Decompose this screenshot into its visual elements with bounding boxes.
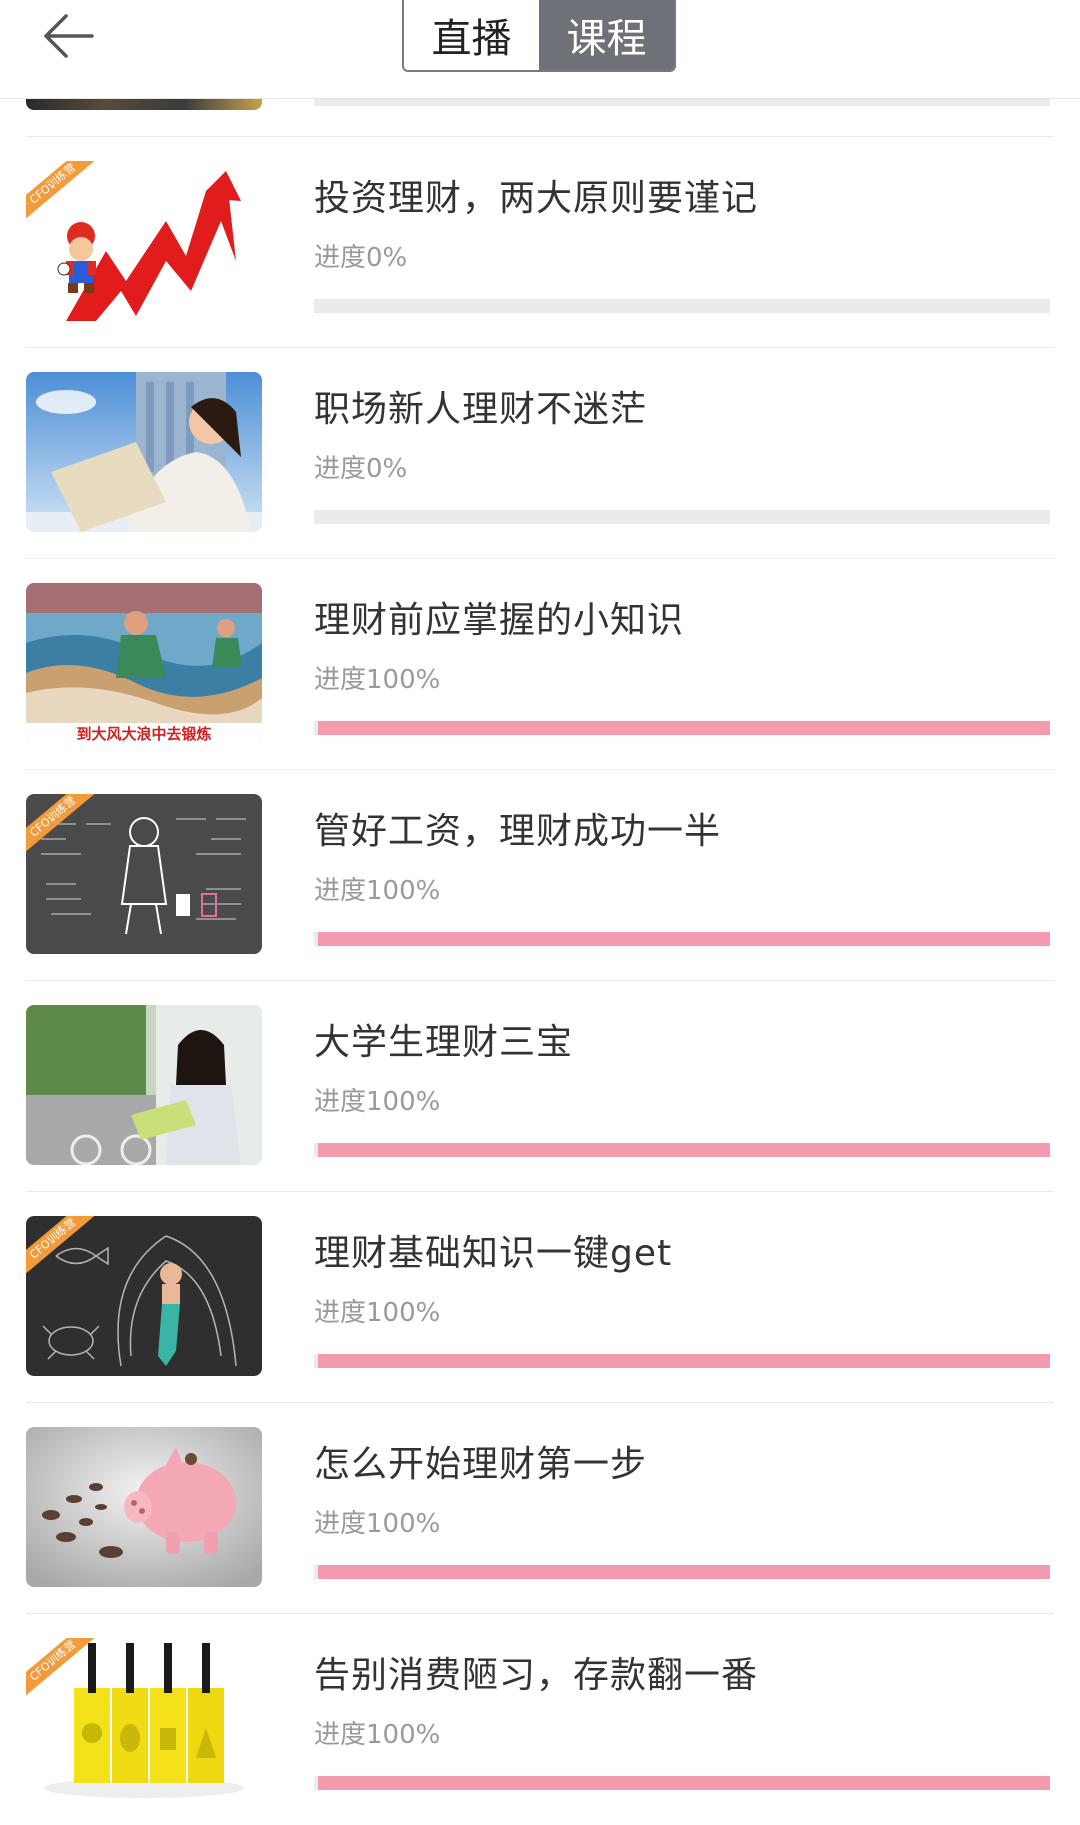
partial-course-thumbnail[interactable] [26,98,262,110]
course-progress-label: 进度100% [314,876,441,906]
progress-fill [318,1565,1050,1579]
tab-courses[interactable]: 课程 [539,0,674,70]
poster-caption: 到大风大浪中去锻炼 [76,725,211,743]
piggy-bank-coins-image [26,1427,262,1587]
progress-fill [318,932,1050,946]
woman-reading-city-image [26,372,262,532]
course-thumbnail[interactable] [26,1427,262,1587]
course-title: 管好工资，理财成功一半 [314,811,722,852]
course-title: 理财基础知识一键get [314,1233,673,1274]
progress-bar [314,932,1050,946]
arrow-left-icon [44,14,94,58]
course-item[interactable]: CFO训练营 投资理财，两大原则要谨记 进度0% [0,137,1080,348]
course-title: 理财前应掌握的小知识 [314,600,685,641]
course-title: 告别消费陋习，存款翻一番 [314,1655,759,1696]
course-thumbnail[interactable]: CFO训练营 [26,161,262,321]
back-button[interactable] [42,8,98,64]
course-progress-label: 进度100% [314,1087,441,1117]
course-item[interactable]: CFO训练营 告别消费陋习，存款翻一番 进度100% [0,1614,1080,1825]
course-thumbnail[interactable]: CFO训练营 [26,794,262,954]
progress-bar [314,1776,1050,1790]
course-progress-label: 进度0% [314,454,408,484]
course-progress-label: 进度100% [314,1298,441,1328]
poster-waves-image: 到大风大浪中去锻炼 [26,583,262,743]
progress-fill [318,1143,1050,1157]
course-item[interactable]: 怎么开始理财第一步 进度100% [0,1403,1080,1614]
course-item[interactable]: CFO训练营 理财基础知识一键get 进度100% [0,1192,1080,1403]
student-reading-image [26,1005,262,1165]
progress-fill [318,1354,1050,1368]
course-progress-label: 进度100% [314,665,441,695]
course-item[interactable]: 职场新人理财不迷茫 进度0% [0,348,1080,559]
tab-live[interactable]: 直播 [404,0,539,70]
progress-fill [318,721,1050,735]
course-thumbnail[interactable]: CFO训练营 [26,1638,262,1798]
course-title: 投资理财，两大原则要谨记 [314,178,759,219]
partial-progress-bar [314,98,1050,106]
course-thumbnail[interactable]: CFO训练营 [26,1216,262,1376]
course-title: 大学生理财三宝 [314,1022,574,1063]
course-progress-label: 进度100% [314,1720,441,1750]
top-bar: 直播 课程 [0,0,1080,99]
progress-bar [314,1143,1050,1157]
course-progress-label: 进度100% [314,1509,441,1539]
course-thumbnail[interactable] [26,1005,262,1165]
course-thumbnail[interactable] [26,372,262,532]
course-thumbnail[interactable]: 到大风大浪中去锻炼 [26,583,262,743]
course-title: 职场新人理财不迷茫 [314,389,648,430]
progress-bar [314,1354,1050,1368]
progress-bar [314,1565,1050,1579]
progress-fill [318,1776,1050,1790]
course-item[interactable]: 大学生理财三宝 进度100% [0,981,1080,1192]
course-item[interactable]: CFO训练营 管好工资，理财成功一半 进度100% [0,770,1080,981]
progress-bar [314,299,1050,313]
tab-switcher: 直播 课程 [402,0,676,72]
course-title: 怎么开始理财第一步 [314,1444,648,1485]
course-item[interactable]: 到大风大浪中去锻炼 理财前应掌握的小知识 进度100% [0,559,1080,770]
progress-bar [314,721,1050,735]
course-progress-label: 进度0% [314,243,408,273]
progress-bar [314,510,1050,524]
